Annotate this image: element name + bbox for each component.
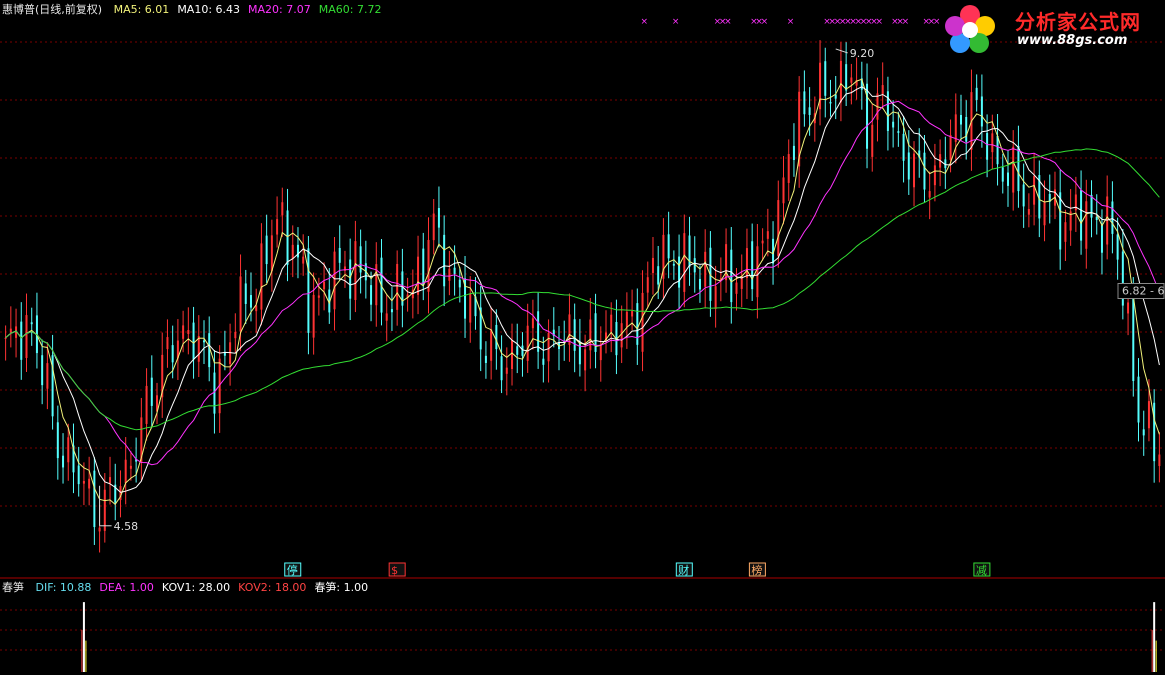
top-x-marker: × bbox=[641, 17, 649, 27]
indicator-legend: DIF: 10.88 DEA: 1.00 KOV1: 28.00 KOV2: 18.0… bbox=[36, 581, 377, 594]
main-header: 惠博普(日线,前复权) MA5: 6.01 MA10: 6.43 MA20: 7.0… bbox=[2, 3, 397, 17]
top-x-marker: × bbox=[787, 17, 795, 27]
high-marker-label: 9.20 bbox=[850, 47, 875, 60]
top-x-marker: × bbox=[875, 17, 883, 27]
candlesticks bbox=[4, 40, 1161, 553]
stock-title: 惠博普(日线,前复权) bbox=[2, 3, 103, 16]
range-label: 6.82 - 6 bbox=[1122, 285, 1164, 298]
legend-item-ma20: MA20: 7.07 bbox=[248, 3, 311, 16]
ma60-line bbox=[5, 148, 1160, 431]
legend-item-dif: DIF: 10.88 bbox=[35, 581, 92, 594]
legend-item-春笋: 春笋: 1.00 bbox=[314, 581, 369, 594]
indicator-panel bbox=[81, 602, 1157, 672]
event-marker[interactable]: 榜 bbox=[751, 563, 762, 577]
logo-url: www.88gs.com bbox=[1017, 33, 1128, 48]
indicator-header: 春笋 DIF: 10.88 DEA: 1.00 KOV1: 28.00 KOV2: 1… bbox=[2, 581, 384, 595]
stock-chart[interactable]: 9.204.586.82 - 6× × ××× ××× × ××××××××××× ××× ×… bbox=[0, 0, 1165, 675]
top-x-marker: × bbox=[761, 17, 769, 27]
top-x-marker: × bbox=[902, 17, 910, 27]
logo-title: 分析家公式网 bbox=[1015, 10, 1141, 34]
legend-item-ma5: MA5: 6.01 bbox=[113, 3, 170, 16]
legend-item-kov1: KOV1: 28.00 bbox=[161, 581, 231, 594]
top-x-marker: × bbox=[672, 17, 680, 27]
event-marker[interactable]: 停 bbox=[287, 563, 298, 577]
site-logo[interactable]: 分析家公式网 www.88gs.com bbox=[935, 2, 1165, 54]
legend-item-ma60: MA60: 7.72 bbox=[318, 3, 382, 16]
legend-item-dea: DEA: 1.00 bbox=[99, 581, 154, 594]
event-marker[interactable]: 减 bbox=[976, 564, 987, 577]
ma-legend: MA5: 6.01 MA10: 6.43 MA20: 7.07 MA60: 7.72 bbox=[114, 3, 390, 16]
event-marker[interactable]: $ bbox=[391, 564, 398, 577]
flower-logo-icon bbox=[945, 5, 995, 53]
event-marker[interactable]: 财 bbox=[678, 563, 689, 577]
legend-item-kov2: KOV2: 18.00 bbox=[238, 581, 307, 594]
indicator-name: 春笋 bbox=[2, 581, 24, 594]
low-marker-label: 4.58 bbox=[114, 520, 139, 533]
legend-item-ma10: MA10: 6.43 bbox=[177, 3, 241, 16]
top-x-marker: × bbox=[724, 17, 732, 27]
